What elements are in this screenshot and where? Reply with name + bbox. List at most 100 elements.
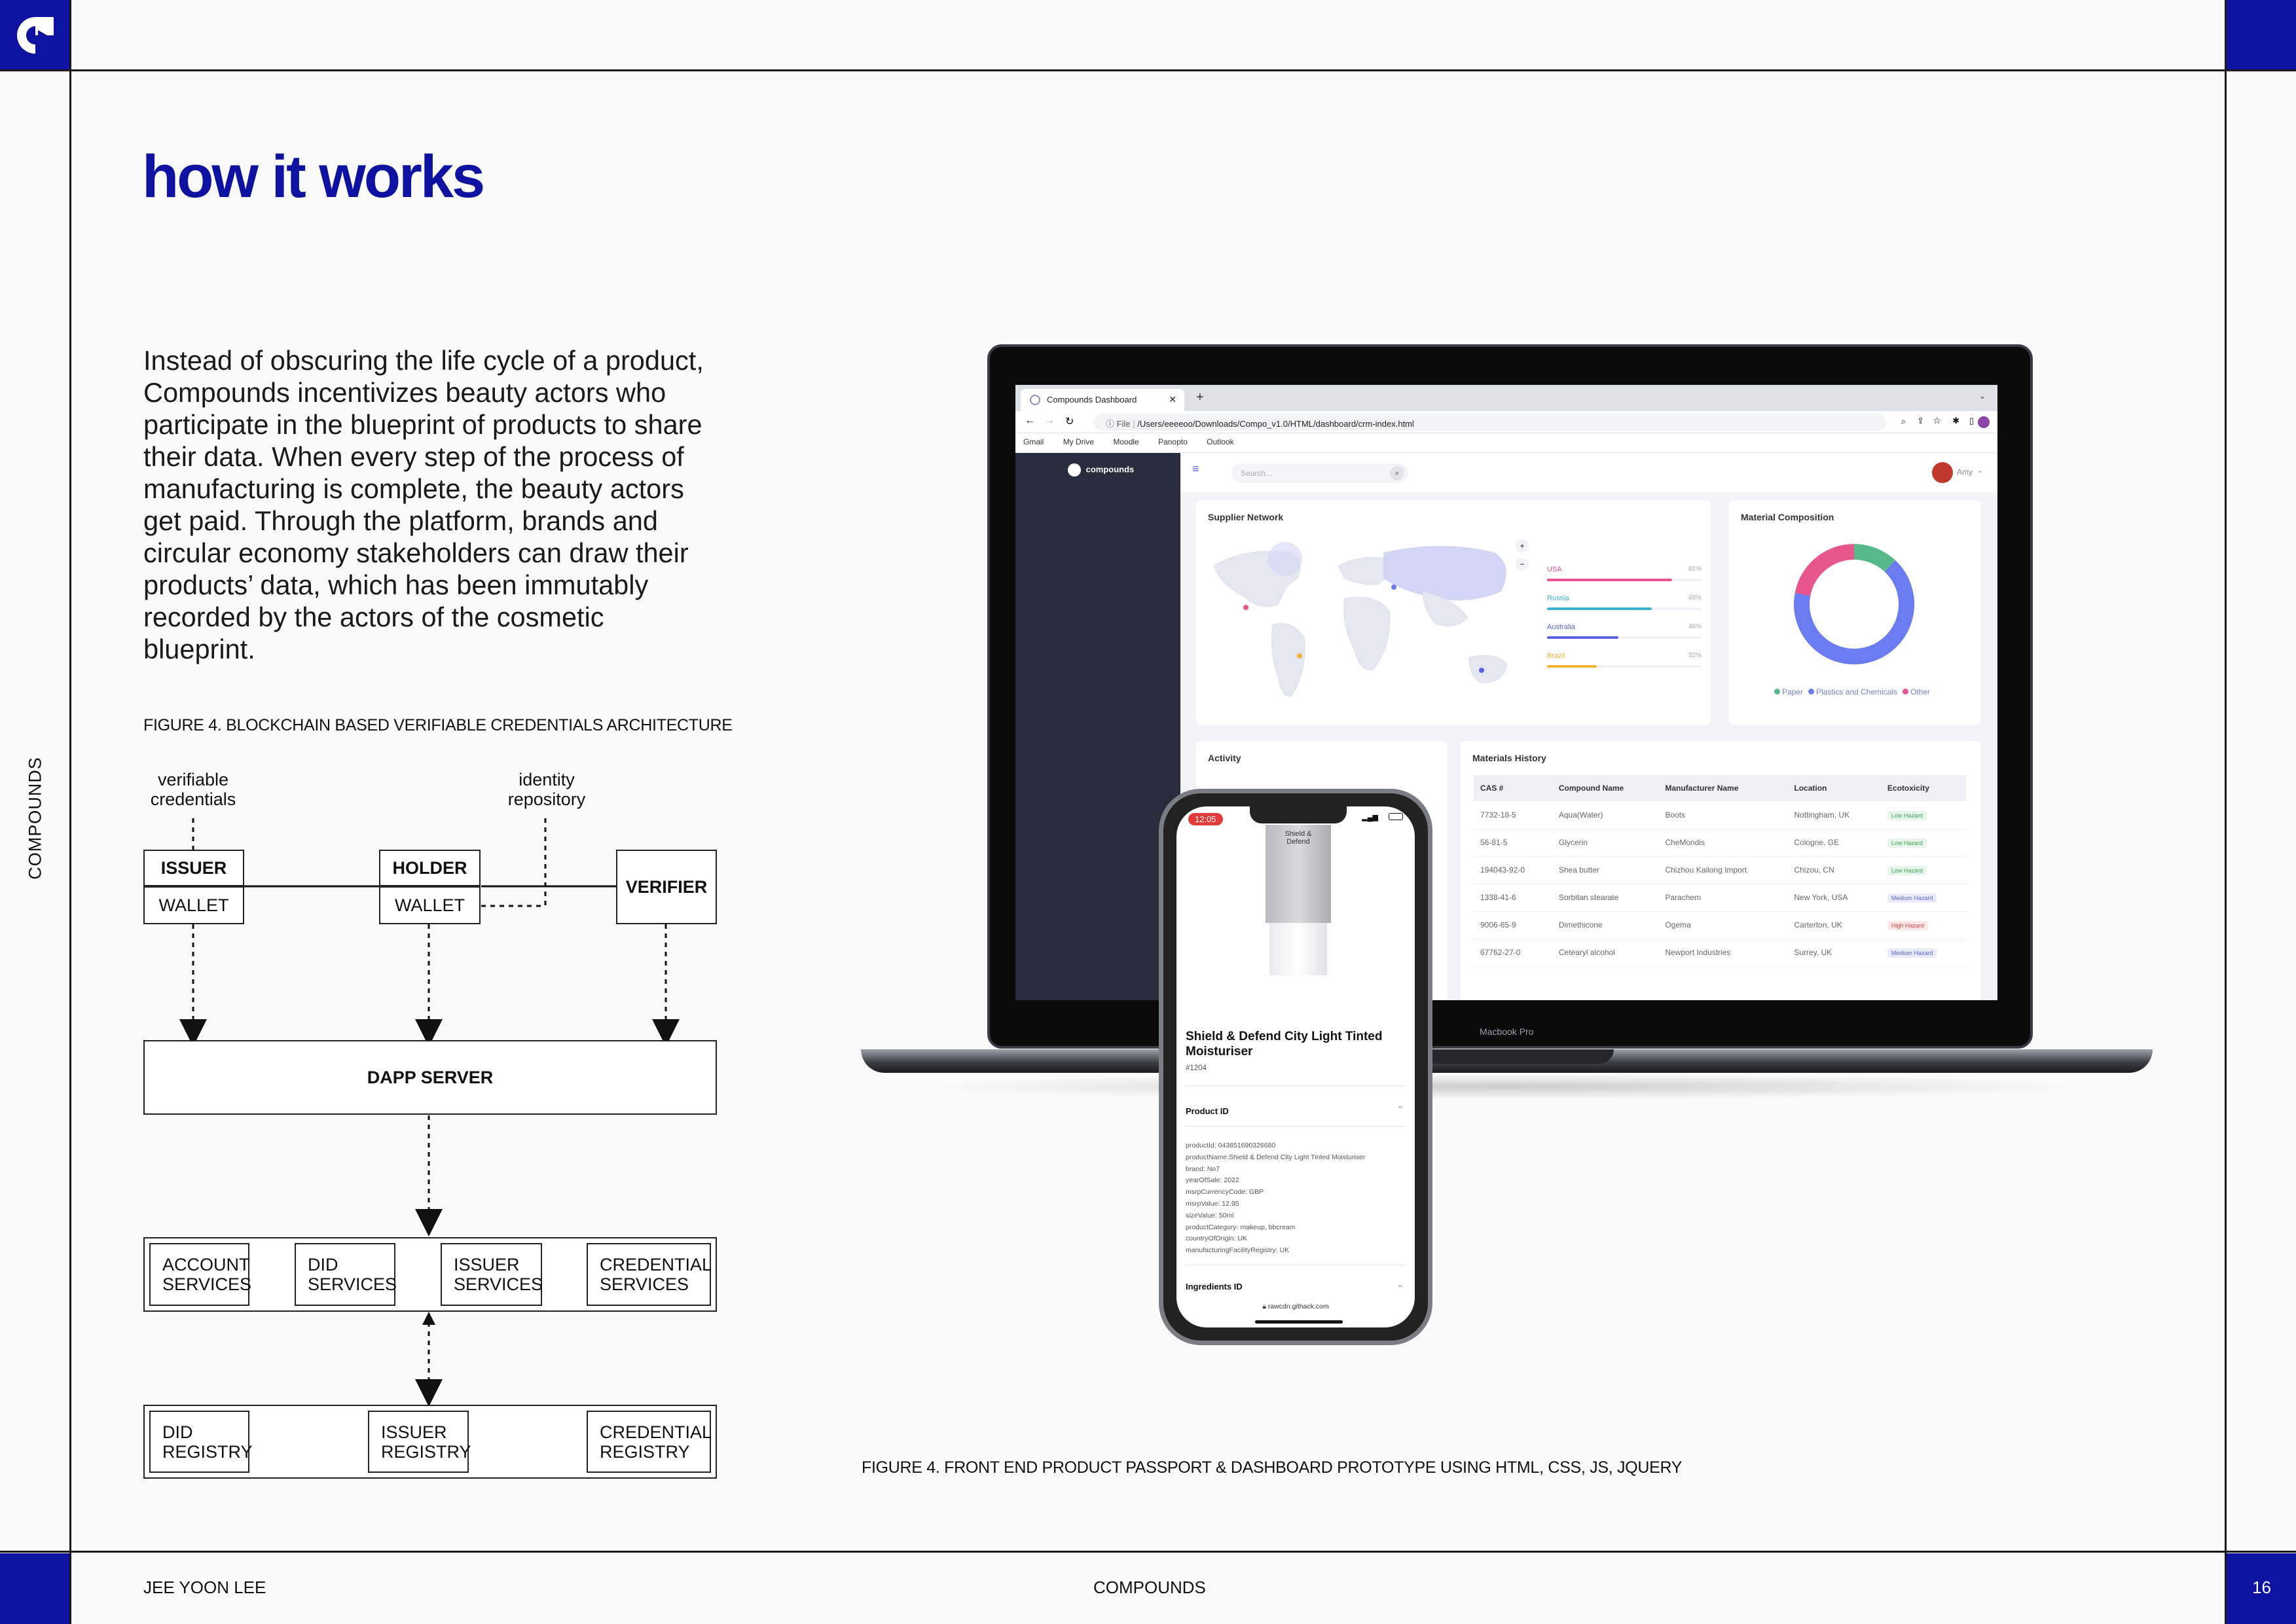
browser-tab[interactable]: Compounds Dashboard ✕ xyxy=(1021,389,1184,411)
column-header: Location xyxy=(1787,775,1881,801)
materials-history-card: Materials History CAS # Compound Name Ma… xyxy=(1461,741,1980,1000)
profile-avatar[interactable] xyxy=(1978,416,1990,428)
box-line: REGISTRY xyxy=(600,1441,690,1462)
brand-text: compounds xyxy=(1085,464,1135,475)
table-row[interactable]: 1338-41-6 Sorbitan stearate Parachem New Yo… xyxy=(1474,884,1966,912)
bookmark-gmail[interactable]: Gmail xyxy=(1023,437,1044,446)
product-id-section[interactable]: Product ID xyxy=(1186,1106,1229,1116)
address-bar-row: ← → ↻ ⓘ File | /Users/eeeeoo/Downloads/C… xyxy=(1015,411,1997,433)
right-rule xyxy=(2225,0,2227,1624)
table-row[interactable]: 9006-65-9 Dimethicone Ogema Carterton, UK Hi… xyxy=(1474,911,1966,939)
supplier-fill xyxy=(1547,579,1673,581)
star-icon[interactable]: ☆ xyxy=(1933,415,1941,426)
page-number: 16 xyxy=(2252,1578,2271,1597)
info-icon: ⓘ xyxy=(1106,419,1117,429)
status-badge: Medium Hazard xyxy=(1887,948,1937,958)
table-cell: Chizou, CN xyxy=(1787,856,1881,884)
supplier-percent: 32% xyxy=(1688,652,1702,659)
product-property: productCategory: makeup, bbcream xyxy=(1186,1223,1296,1231)
lock-icon: 🔒︎ xyxy=(1262,1303,1266,1310)
status-badge: High Hazard xyxy=(1887,921,1928,930)
box-line: REGISTRY xyxy=(162,1441,253,1462)
credential-services-box: CREDENTIAL SERVICES xyxy=(587,1243,712,1306)
close-icon[interactable]: ✕ xyxy=(1169,394,1176,405)
share-icon[interactable]: ⇪ xyxy=(1917,416,1924,426)
browser-url-bar[interactable]: 🔒︎ rawcdn.githack.com xyxy=(1176,1303,1415,1311)
table-cell: Shea butter xyxy=(1552,856,1659,884)
bookmark-panopto[interactable]: Panopto xyxy=(1158,437,1188,446)
table-cell: 194043-92-0 xyxy=(1474,856,1552,884)
table-cell: 1338-41-6 xyxy=(1474,884,1552,912)
chevron-down-icon[interactable]: ⌄ xyxy=(1977,466,1983,475)
table-row[interactable]: 194043-92-0 Shea butter Chizhou Kailong Im… xyxy=(1474,856,1966,884)
table-cell: New York, USA xyxy=(1787,884,1881,912)
zoom-out-icon[interactable]: − xyxy=(1516,558,1529,571)
bookmark-moodle[interactable]: Moodle xyxy=(1113,437,1139,446)
table-row[interactable]: 56-81-5 Glycerin CheMondis Cologne, GE Low H… xyxy=(1474,829,1966,857)
ingredients-section[interactable]: Ingredients ID xyxy=(1186,1282,1243,1291)
zoom-icon[interactable]: ⌕ xyxy=(1901,416,1906,427)
holder-box: HOLDER xyxy=(379,850,481,886)
dashboard-search[interactable]: Search... ⌕ xyxy=(1231,463,1408,483)
donut-slice xyxy=(1853,544,1895,572)
extensions-icon[interactable]: ✱ xyxy=(1952,416,1959,426)
table-header-row: CAS # Compound Name Manufacturer Name Lo… xyxy=(1474,775,1966,801)
supplier-country: USA xyxy=(1547,566,1562,573)
bookmark-outlook[interactable]: Outlook xyxy=(1207,437,1233,446)
figure-caption-prototype: FIGURE 4. FRONT END PRODUCT PASSPORT & D… xyxy=(862,1458,1683,1477)
legend-item: Plastics and Chemicals xyxy=(1808,687,1897,696)
legend-dot xyxy=(1774,689,1780,695)
product-tube: Shield & Defend xyxy=(1266,825,1331,975)
corner-block-bottom-left xyxy=(0,1553,71,1624)
column-header: Ecotoxicity xyxy=(1880,775,1966,801)
product-property: countryOfOrigin: UK xyxy=(1186,1235,1247,1243)
bookmark-drive[interactable]: My Drive xyxy=(1063,437,1094,446)
zoom-in-icon[interactable]: + xyxy=(1516,539,1529,552)
box-line: DID xyxy=(162,1422,193,1442)
box-line: SERVICES xyxy=(600,1274,689,1294)
phone-mockup: 12:05 ▂▄▆ Shield & Defend Shield & Defen… xyxy=(1159,789,1432,1345)
search-icon[interactable]: ⌕ xyxy=(1390,466,1404,480)
sidepanel-icon[interactable]: ▯ xyxy=(1969,416,1974,426)
dashboard-sidebar: compounds xyxy=(1015,453,1180,1000)
footer-author: JEE YOON LEE xyxy=(143,1578,266,1597)
menu-icon[interactable]: ≡ xyxy=(1192,462,1199,476)
back-icon[interactable]: ← xyxy=(1025,415,1035,427)
address-input[interactable]: ⓘ File | /Users/eeeeoo/Downloads/Compo_v… xyxy=(1094,414,1886,431)
signal-icon: ▂▄▆ xyxy=(1362,814,1378,821)
legend-dot xyxy=(1808,689,1814,695)
materials-history-body: 7732-18-5 Aqua(Water) Boots Nottingham, UK L… xyxy=(1474,801,1966,967)
card-title: Material Composition xyxy=(1741,512,1834,522)
table-cell: Cetearyl alcohol xyxy=(1552,939,1659,967)
legend-label: Plastics and Chemicals xyxy=(1815,687,1898,696)
legend-dot xyxy=(1903,689,1909,695)
table-row[interactable]: 7732-18-5 Aqua(Water) Boots Nottingham, UK L… xyxy=(1474,801,1966,829)
column-header: Manufacturer Name xyxy=(1658,775,1788,801)
new-tab-icon[interactable]: + xyxy=(1196,390,1204,405)
donut-slice xyxy=(1795,544,1855,596)
did-services-box: DID SERVICES xyxy=(295,1243,397,1306)
phone-notch xyxy=(1250,806,1347,823)
product-title: Shield & Defend City Light Tinted Moistu… xyxy=(1186,1030,1383,1058)
divider xyxy=(1186,1085,1406,1086)
dapp-server-box: DAPP SERVER xyxy=(143,1040,717,1115)
chevron-down-icon[interactable]: ⌄ xyxy=(1979,391,1986,401)
supplier-fill xyxy=(1547,665,1597,668)
table-cell: Dimethicone xyxy=(1552,911,1659,939)
chevron-down-icon[interactable]: ⌄ xyxy=(1397,1280,1403,1289)
box-line: SERVICES xyxy=(308,1274,397,1294)
url-text: /Users/eeeeoo/Downloads/Compo_v1.0/HTML/… xyxy=(1137,419,1414,429)
box-line: CREDENTIAL xyxy=(600,1422,712,1442)
box-line: ISSUER xyxy=(381,1422,447,1442)
table-row[interactable]: 67762-27-0 Cetearyl alcohol Newport Indust… xyxy=(1474,939,1966,967)
forward-icon[interactable]: → xyxy=(1044,415,1055,427)
chevron-up-icon[interactable]: ⌃ xyxy=(1397,1105,1403,1113)
supplier-row: USA 81% xyxy=(1547,566,1702,592)
avatar[interactable] xyxy=(1932,462,1953,483)
material-composition-card: Material Composition Paper Plastics and C… xyxy=(1729,500,1980,725)
user-name[interactable]: Amy xyxy=(1957,467,1973,477)
reload-icon[interactable]: ↻ xyxy=(1065,415,1074,428)
phone-url: rawcdn.githack.com xyxy=(1267,1303,1329,1310)
table-cell: Medium Hazard xyxy=(1880,884,1966,912)
supplier-fill xyxy=(1547,636,1618,639)
